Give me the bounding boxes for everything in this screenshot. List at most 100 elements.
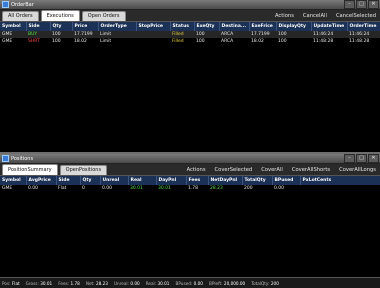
positions-tabbar: PositionSummary OpenPositions Actions Co…: [0, 164, 380, 176]
executions-header-row: Symbol Side Qty Price OrderType StopPric…: [0, 22, 380, 31]
column-header[interactable]: TotalQty: [242, 176, 273, 185]
column-header[interactable]: ExeQty: [194, 22, 220, 31]
table-row[interactable]: GME BUY 100 17.7199 Limit Filled 100 ARC…: [0, 31, 380, 38]
maximize-icon[interactable]: □: [356, 0, 367, 9]
status-label: TotalQty:: [251, 280, 270, 286]
minimize-icon[interactable]: –: [344, 0, 355, 9]
price-cell: 18.02: [74, 39, 87, 44]
status-total-qty: TotalQty: 200: [251, 281, 279, 286]
status-label: Fees:: [58, 280, 70, 286]
qty-cell: 0: [82, 186, 85, 191]
column-header[interactable]: ExeFrice: [249, 22, 277, 31]
qty-cell: 100: [50, 31, 72, 38]
column-header[interactable]: Destina...: [219, 22, 250, 31]
status-value: 0.00: [130, 280, 140, 286]
status-value: 200: [270, 280, 279, 286]
price-cell: 17.7199: [72, 31, 98, 38]
status-pos: Pos: Flat: [2, 281, 20, 286]
status-value: 30.01: [40, 280, 53, 286]
orders-actions-menu[interactable]: Actions: [275, 13, 294, 19]
tab-executions[interactable]: Executions: [40, 10, 80, 21]
column-header[interactable]: PxLotCents: [300, 176, 380, 185]
side-cell: BUY: [26, 31, 50, 38]
stop-price-cell: [136, 31, 170, 38]
column-header[interactable]: OrderTime: [347, 22, 380, 31]
positions-table: Symbol AvgPrice Side Qty Unreal Real Day…: [0, 176, 380, 192]
column-header[interactable]: OrderType: [98, 22, 137, 31]
tab-open-positions[interactable]: OpenPositions: [59, 165, 108, 175]
column-header[interactable]: UpdateTime: [311, 22, 348, 31]
orders-titlebar[interactable]: OrderBar – □ ✕: [0, 0, 380, 10]
update-time-cell: 11:46:24: [311, 31, 347, 38]
order-type-cell: Limit: [98, 31, 136, 38]
status-label: Net:: [85, 280, 95, 286]
cover-all-longs-button[interactable]: CoverAllLongs: [339, 167, 376, 173]
destination-cell: ARCA: [219, 31, 249, 38]
column-header[interactable]: Real: [128, 176, 157, 185]
tab-position-summary[interactable]: PositionSummary: [2, 164, 58, 175]
status-fees: Fees: 1.78: [58, 281, 80, 286]
column-header[interactable]: BPused: [272, 176, 301, 185]
column-header[interactable]: DisplayQty: [276, 22, 312, 31]
column-header[interactable]: DayPnl: [156, 176, 187, 185]
cancel-selected-button[interactable]: CancelSelected: [336, 13, 376, 19]
unreal-cell: 0.00: [102, 186, 113, 191]
qty-cell: 100: [52, 39, 61, 44]
column-header[interactable]: Side: [56, 176, 81, 185]
orders-window-title: OrderBar: [11, 1, 34, 8]
real-cell: 30.01: [130, 186, 143, 191]
exe-price-cell: 18.02: [251, 39, 264, 44]
column-header[interactable]: Status: [170, 22, 195, 31]
tab-all-orders[interactable]: All Orders: [2, 11, 39, 21]
orders-tabbar: All Orders Executions Open Orders Action…: [0, 10, 380, 22]
order-time-cell: 11:46:24: [347, 31, 380, 38]
status-value: 0.00: [193, 280, 203, 286]
bp-used-cell: 0.00: [274, 186, 285, 191]
cover-all-button[interactable]: CoverAll: [261, 167, 283, 173]
status-value: 28.23: [95, 280, 108, 286]
column-header[interactable]: Unreal: [100, 176, 129, 185]
total-qty-cell: 200: [244, 186, 253, 191]
column-header[interactable]: Symbol: [0, 176, 27, 185]
positions-status-bar: Pos: Flat Gross: 30.01 Fees: 1.78 Net: 2…: [0, 277, 380, 288]
status-real: Real: 30.01: [146, 281, 170, 286]
side-cell: SHRT: [28, 39, 40, 44]
app-icon: [2, 1, 9, 8]
close-icon[interactable]: ✕: [368, 154, 379, 163]
column-header[interactable]: Qty: [50, 22, 73, 31]
status-value: 30.01: [157, 280, 170, 286]
column-header[interactable]: AvgPrice: [26, 176, 57, 185]
day-pnl-cell: 30.01: [158, 186, 171, 191]
table-row[interactable]: GME 0.00 Flat 0 0.00 30.01 30.01 1.78 28…: [0, 185, 380, 192]
status-bp-left: BPleft: 20,000.00: [209, 281, 245, 286]
cover-selected-button[interactable]: CoverSelected: [215, 167, 253, 173]
column-header[interactable]: StopPrice: [136, 22, 171, 31]
positions-header-row: Symbol AvgPrice Side Qty Unreal Real Day…: [0, 176, 380, 185]
positions-titlebar[interactable]: Positions – □ ✕: [0, 154, 380, 164]
column-header[interactable]: Qty: [80, 176, 101, 185]
cancel-all-button[interactable]: CancelAll: [303, 13, 327, 19]
maximize-icon[interactable]: □: [356, 154, 367, 163]
positions-actions-menu[interactable]: Actions: [187, 167, 206, 173]
display-qty-cell: 100: [278, 39, 287, 44]
display-qty-cell: 100: [276, 31, 311, 38]
column-header[interactable]: Symbol: [0, 22, 27, 31]
column-header[interactable]: Price: [72, 22, 99, 31]
px-lot-cents-cell: [300, 185, 380, 192]
exe-qty-cell: 100: [194, 31, 219, 38]
close-icon[interactable]: ✕: [368, 0, 379, 9]
column-header[interactable]: NetDayPnl: [208, 176, 243, 185]
table-row[interactable]: GME SHRT 100 18.02 Limit Filled 100 ARCA…: [0, 38, 380, 45]
status-label: Unreal:: [113, 280, 130, 286]
cover-all-shorts-button[interactable]: CoverAllShorts: [292, 167, 330, 173]
minimize-icon[interactable]: –: [344, 154, 355, 163]
status-label: BPleft:: [208, 280, 223, 286]
status-cell: Filled: [170, 31, 194, 38]
status-label: Pos:: [2, 280, 11, 286]
status-label: Real:: [145, 280, 157, 286]
column-header[interactable]: Fees: [186, 176, 209, 185]
net-day-pnl-cell: 28.23: [210, 186, 223, 191]
column-header[interactable]: Side: [26, 22, 51, 31]
tab-open-orders[interactable]: Open Orders: [81, 11, 126, 21]
side-cell: Flat: [58, 186, 67, 191]
